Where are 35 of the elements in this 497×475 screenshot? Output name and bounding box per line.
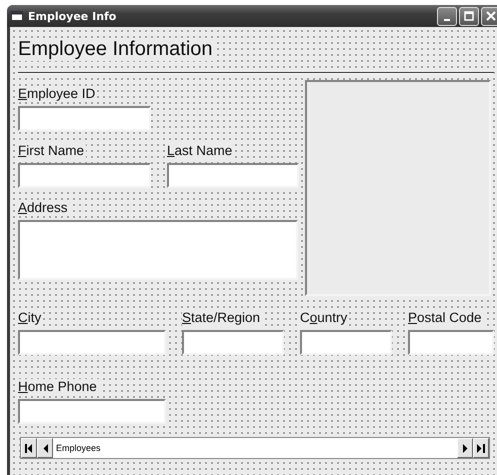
next-record-button[interactable] [457, 438, 473, 458]
data-caption: Employees [55, 442, 102, 455]
next-icon [462, 444, 468, 452]
window-title: Employee Info [28, 10, 116, 22]
first-icon [25, 444, 33, 452]
last-record-button[interactable] [473, 438, 489, 458]
first-record-button[interactable] [21, 438, 37, 458]
text-field[interactable] [18, 330, 166, 355]
maximize-icon [464, 11, 474, 21]
previous-record-button[interactable] [37, 438, 53, 458]
field-label: Employee ID [18, 86, 98, 102]
previous-icon [42, 444, 48, 452]
field-label: Home Phone [18, 379, 99, 395]
field-label: Address [18, 200, 70, 216]
text-field[interactable] [167, 163, 299, 188]
field-label: Last Name [167, 143, 234, 159]
close-icon [486, 11, 496, 21]
text-field[interactable] [408, 330, 494, 355]
text-area[interactable] [18, 220, 298, 280]
text-field[interactable] [182, 330, 284, 355]
text-field[interactable] [18, 399, 166, 424]
field-label: Country [300, 310, 350, 326]
field-label: State/Region [182, 310, 262, 326]
minimize-icon [444, 18, 450, 20]
field-label: First Name [18, 143, 86, 159]
last-icon [477, 444, 485, 452]
text-field[interactable] [18, 106, 151, 131]
form-icon [11, 11, 23, 21]
maximize-button[interactable] [459, 6, 479, 26]
minimize-button[interactable] [437, 6, 457, 26]
text-field[interactable] [18, 163, 151, 188]
close-button[interactable] [481, 6, 497, 26]
field-label: Postal Code [408, 310, 484, 326]
field-label: City [18, 310, 44, 326]
text-field[interactable] [300, 330, 392, 355]
